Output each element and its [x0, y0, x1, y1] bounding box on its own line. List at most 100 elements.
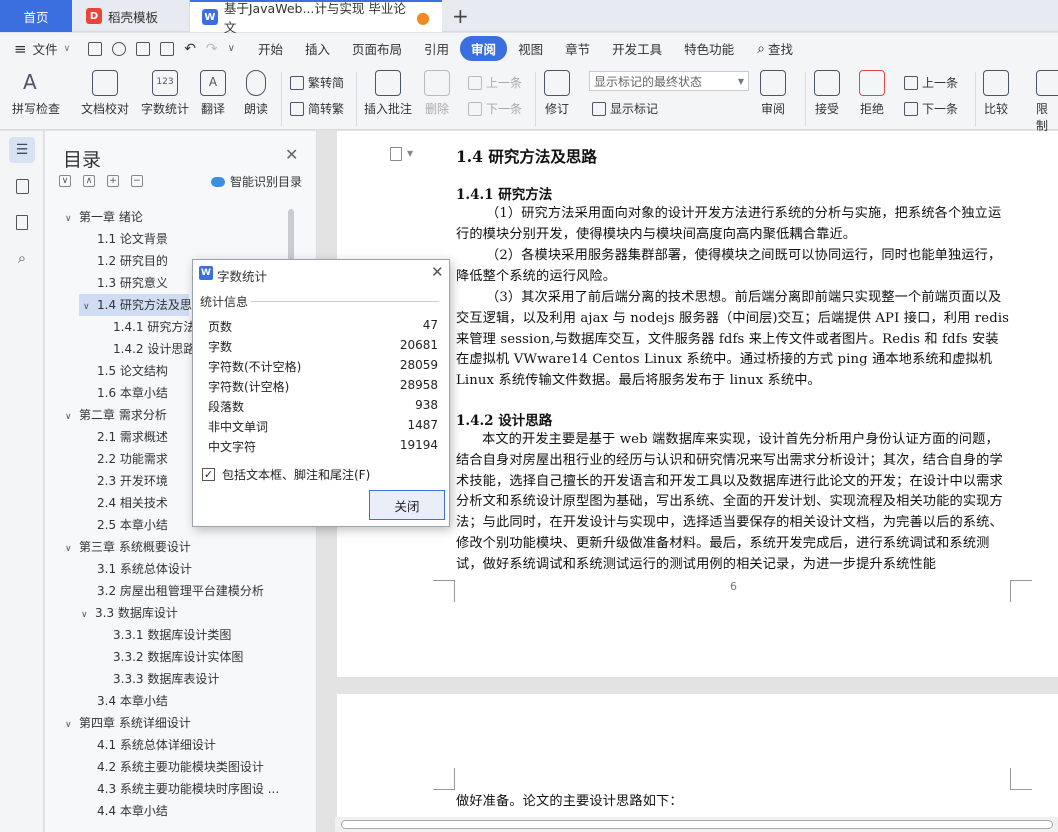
prev-change-button[interactable]: 上一条 — [904, 74, 958, 91]
toc-item[interactable]: 3.1 系统总体设计 — [97, 558, 192, 580]
tab-page-layout[interactable]: 页面布局 — [341, 36, 413, 61]
simp-to-trad-label: 简转繁 — [308, 102, 345, 116]
save-icon[interactable] — [88, 41, 103, 56]
add-heading-icon[interactable]: + — [107, 175, 119, 187]
outline-pane-icon[interactable] — [9, 173, 35, 199]
toc-item[interactable]: 3.4 本章小结 — [97, 690, 168, 712]
toc-item[interactable]: 4.1 系统总体详细设计 — [97, 734, 216, 756]
insert-comment-button[interactable]: 插入批注 — [364, 70, 412, 117]
trad-to-simp-button[interactable]: 繁转简 — [290, 74, 344, 91]
reject-button[interactable]: 拒绝 — [859, 70, 885, 117]
page-options-icon[interactable] — [390, 147, 402, 161]
toc-item-num: 4.2 — [97, 760, 117, 774]
print-preview-icon[interactable] — [160, 41, 175, 56]
compare-label: 比较 — [983, 102, 1008, 116]
writer-app-icon: W — [199, 266, 213, 280]
prev-comment-button[interactable]: 上一条 — [468, 74, 522, 91]
page-number: 6 — [730, 580, 737, 593]
track-changes-button[interactable]: 修订 — [544, 70, 570, 117]
toc-item[interactable]: 1.6 本章小结 — [97, 382, 168, 404]
toc-item[interactable]: 1.3 研究意义 — [97, 272, 168, 294]
toc-item-selected[interactable]: ∨ 1.4 研究方法及思路 — [79, 294, 204, 316]
search-icon: ⌕ — [757, 40, 765, 57]
doc-proof-button[interactable]: 文档校对 — [81, 70, 129, 117]
toc-item-num: 3.1 — [97, 562, 117, 576]
toc-item[interactable]: 3.2 房屋出租管理平台建模分析 — [97, 580, 264, 602]
export-icon[interactable] — [112, 41, 127, 56]
include-notes-checkbox[interactable]: ✓ 包括文本框、脚注和尾注(F) — [202, 466, 370, 483]
toc-item[interactable]: 1.1 论文背景 — [97, 228, 168, 250]
toc-item[interactable]: ∨ 第一章 绪论 — [65, 206, 143, 228]
redo-icon[interactable]: ↷ — [206, 41, 218, 57]
toc-item[interactable]: 4.4 本章小结 — [97, 800, 168, 822]
toc-item-label: 房屋出租管理平台建模分析 — [119, 584, 264, 598]
close-icon[interactable]: ✕ — [285, 145, 298, 164]
close-button[interactable]: 关闭 — [369, 490, 445, 520]
find-pane-icon[interactable]: ⌕ — [9, 245, 35, 271]
toc-item[interactable]: 4.3 系统主要功能模块时序图设 ... — [97, 778, 279, 800]
tab-templates[interactable]: D 稻壳模板 — [74, 0, 190, 32]
toc-pane-icon[interactable]: ☰ — [9, 137, 35, 163]
toc-item[interactable]: 1.4.2 设计思路 — [113, 338, 195, 360]
toc-item[interactable]: 3.3.2 数据库设计实体图 — [113, 646, 243, 668]
expand-all-icon[interactable]: ∧ — [83, 175, 95, 187]
insert-comment-icon — [375, 70, 401, 96]
toc-item[interactable]: 2.2 功能需求 — [97, 448, 168, 470]
divider — [356, 72, 357, 126]
word-count-button[interactable]: 123 字数统计 — [141, 70, 189, 117]
prev-change-label: 上一条 — [922, 76, 959, 90]
document-page[interactable]: 做好准备。论文的主要设计思路如下： — [337, 694, 1058, 832]
new-tab-plus-icon[interactable]: + — [452, 4, 469, 28]
tab-references[interactable]: 引用 — [413, 36, 460, 61]
tab-view[interactable]: 视图 — [507, 36, 554, 61]
tab-chapter[interactable]: 章节 — [554, 36, 601, 61]
toc-item[interactable]: 4.2 系统主要功能模块类图设计 — [97, 756, 264, 778]
tab-document[interactable]: W 基于JavaWeb...计与实现 毕业论文 ● — [190, 0, 442, 35]
next-change-button[interactable]: 下一条 — [904, 100, 958, 117]
toc-item[interactable]: 3.3.1 数据库设计类图 — [113, 624, 231, 646]
tab-features[interactable]: 特色功能 — [673, 36, 745, 61]
close-icon[interactable]: ✕ — [431, 263, 444, 281]
accept-button[interactable]: 接受 — [814, 70, 840, 117]
delete-comment-button[interactable]: 删除 — [424, 70, 450, 117]
toc-item[interactable]: ∨ 3.3 数据库设计 — [81, 602, 178, 624]
toc-item[interactable]: ∨ 第四章 系统详细设计 — [65, 712, 191, 734]
simp-to-trad-button[interactable]: 简转繁 — [290, 100, 344, 117]
smart-toc-button[interactable]: 智能识别目录 — [211, 173, 302, 190]
accept-label: 接受 — [814, 102, 839, 116]
markup-mode-select[interactable]: 显示标记的最终状态 ▼ — [589, 71, 749, 91]
toc-item[interactable]: 2.3 开发环境 — [97, 470, 168, 492]
horizontal-scrollbar[interactable] — [335, 817, 1058, 832]
undo-icon[interactable]: ↶ — [184, 41, 196, 57]
spellcheck-button[interactable]: A 拼写检查 — [12, 70, 60, 117]
tab-start[interactable]: 开始 — [247, 36, 294, 61]
search-command[interactable]: ⌕ 查找 — [757, 39, 793, 58]
toc-item[interactable]: 1.2 研究目的 — [97, 250, 168, 272]
toc-item[interactable]: 2.4 相关技术 — [97, 492, 168, 514]
toc-item[interactable]: ∨ 第二章 需求分析 — [65, 404, 167, 426]
tab-home[interactable]: 首页 — [0, 0, 72, 32]
file-menu[interactable]: ≡ 文件 ∨ — [14, 39, 70, 58]
next-comment-button[interactable]: 下一条 — [468, 100, 522, 117]
show-markup-button[interactable]: 显示标记 — [592, 100, 658, 117]
compare-button[interactable]: 比较 — [983, 70, 1009, 117]
restrict-editing-button[interactable]: 限制 — [1036, 70, 1058, 134]
bookmark-pane-icon[interactable] — [9, 209, 35, 235]
customize-qat-icon[interactable]: ∨ — [228, 43, 235, 54]
toc-item[interactable]: 2.5 本章小结 — [97, 514, 168, 536]
horizontal-scrollbar-thumb[interactable] — [341, 820, 1053, 829]
review-pane-button[interactable]: 审阅 — [760, 70, 786, 117]
print-icon[interactable] — [136, 41, 151, 56]
read-aloud-button[interactable]: 朗读 — [244, 70, 268, 117]
toc-item[interactable]: 3.3.3 数据库表设计 — [113, 668, 219, 690]
toc-item[interactable]: 2.1 需求概述 — [97, 426, 168, 448]
translate-button[interactable]: A 翻译 — [200, 70, 226, 117]
tab-developer[interactable]: 开发工具 — [601, 36, 673, 61]
remove-heading-icon[interactable]: − — [131, 175, 143, 187]
collapse-all-icon[interactable]: ∨ — [59, 175, 71, 187]
toc-item[interactable]: 1.4.1 研究方法 — [113, 316, 195, 338]
toc-item[interactable]: 1.5 论文结构 — [97, 360, 168, 382]
tab-review[interactable]: 审阅 — [460, 36, 508, 61]
toc-item[interactable]: ∨ 第三章 系统概要设计 — [65, 536, 191, 558]
tab-insert[interactable]: 插入 — [294, 36, 341, 61]
